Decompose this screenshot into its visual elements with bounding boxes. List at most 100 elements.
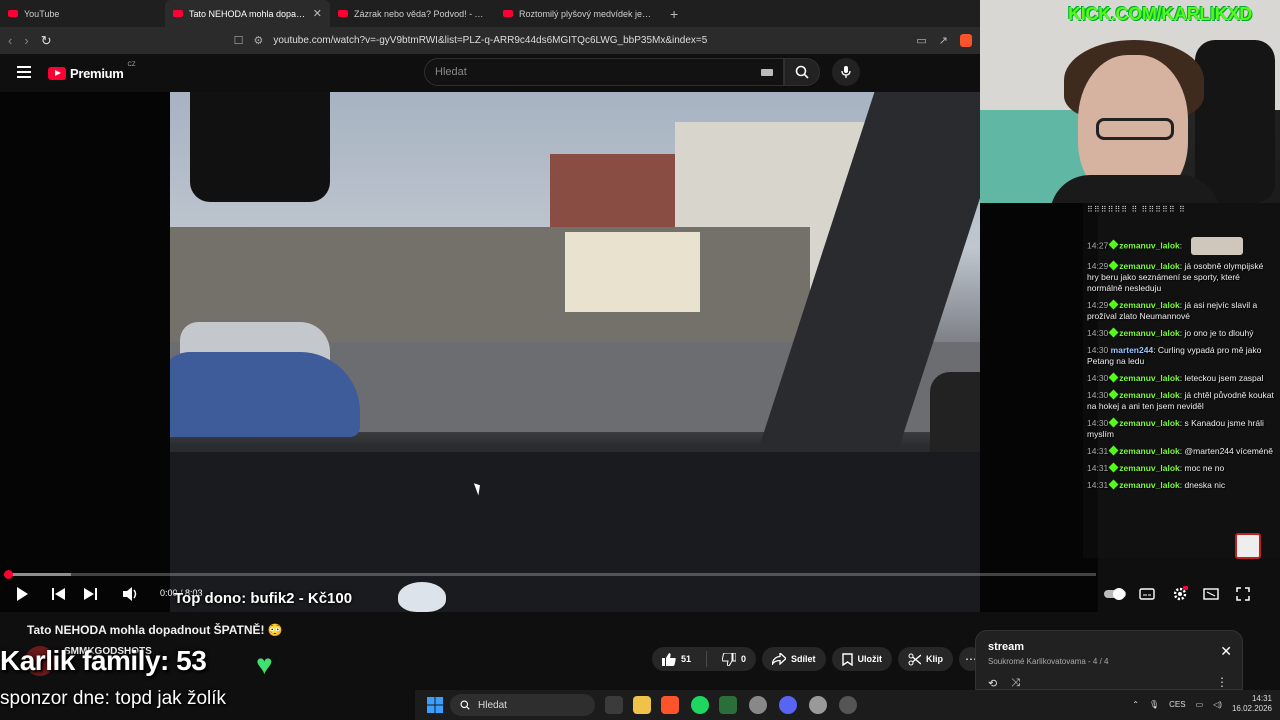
chat-username[interactable]: marten244	[1111, 345, 1154, 355]
chat-badge-icon	[1108, 479, 1119, 490]
brave-shield-icon[interactable]	[960, 34, 972, 47]
app-icon[interactable]	[839, 696, 857, 714]
share-button[interactable]: Sdílet	[762, 647, 826, 671]
scrubber-handle[interactable]	[4, 570, 13, 579]
previous-button[interactable]	[48, 584, 68, 604]
chat-username[interactable]: zemanuv_lalok	[1119, 261, 1179, 271]
video-player[interactable]	[0, 92, 1098, 612]
speaker-icon[interactable]: ◁)	[1213, 700, 1222, 709]
url-text: youtube.com/watch?v=-gyV9btmRWI&list=PLZ…	[273, 35, 708, 46]
share-label: Sdílet	[791, 654, 816, 664]
chat-username[interactable]: zemanuv_lalok	[1119, 463, 1179, 473]
chat-username[interactable]: zemanuv_lalok	[1119, 480, 1179, 490]
language-indicator[interactable]: CES	[1169, 700, 1185, 709]
spotify-icon[interactable]	[691, 696, 709, 714]
url-field[interactable]: ☐ ⚙ youtube.com/watch?v=-gyV9btmRWI&list…	[234, 34, 905, 47]
search-icon	[460, 700, 470, 710]
discord-icon[interactable]	[779, 696, 797, 714]
chat-message: 14:31 zemanuv_lalok: @marten244 víceméně	[1087, 445, 1274, 457]
chat-username[interactable]: zemanuv_lalok	[1119, 373, 1179, 383]
autoplay-toggle[interactable]	[1104, 584, 1126, 604]
playlist-controls: ⟲ ⤨	[988, 677, 1020, 690]
app-icon[interactable]	[749, 696, 767, 714]
chat-message: 14:30 zemanuv_lalok: já chtěl původně kou…	[1087, 389, 1274, 412]
close-icon[interactable]: ✕	[1220, 643, 1232, 660]
subtitles-icon	[1139, 588, 1155, 600]
task-view-icon[interactable]	[605, 696, 623, 714]
taskbar-search[interactable]: Hledat	[450, 694, 595, 716]
microphone-icon[interactable]: 🎙	[1149, 700, 1159, 709]
like-button[interactable]: 51	[652, 647, 701, 671]
next-button[interactable]	[80, 584, 100, 604]
app-icon[interactable]	[809, 696, 827, 714]
chat-text: moc ne no	[1184, 463, 1225, 473]
brave-browser-icon[interactable]	[661, 696, 679, 714]
chat-message: 14:30 marten244: Curling vypadá pro mě j…	[1087, 345, 1274, 367]
subtitles-button[interactable]	[1138, 584, 1156, 604]
fullscreen-icon	[1236, 587, 1250, 601]
seek-bar[interactable]	[6, 573, 1096, 576]
browser-tab[interactable]: Roztomilý plyšový medvídek je zároveň	[495, 0, 660, 27]
bookmark-icon[interactable]: ☐	[234, 34, 244, 47]
chat-timestamp: 14:30	[1087, 373, 1109, 383]
chat-username[interactable]: zemanuv_lalok	[1119, 240, 1179, 250]
search-input[interactable]: Hledat	[424, 58, 784, 86]
clip-button[interactable]: Klip	[898, 647, 954, 671]
site-info-icon[interactable]: ⚙	[253, 34, 263, 47]
heart-icon: ♥	[256, 649, 273, 680]
dislike-count: 0	[741, 654, 747, 664]
chat-badge-icon	[1108, 462, 1119, 473]
back-icon[interactable]: ‹	[8, 33, 12, 48]
video-frame[interactable]	[170, 92, 980, 612]
menu-icon[interactable]	[17, 66, 31, 78]
chat-timestamp: 14:31	[1087, 446, 1109, 456]
miniplayer-button[interactable]	[1202, 584, 1220, 604]
clock[interactable]: 14:31 16.02.2026	[1232, 694, 1272, 714]
windows-start-icon[interactable]	[426, 696, 444, 714]
chat-username[interactable]: zemanuv_lalok	[1119, 418, 1179, 428]
cast-icon[interactable]: ▭	[916, 34, 926, 47]
browser-tab[interactable]: Zázrak nebo věda? Podvod! - YouTube	[330, 0, 495, 27]
keyboard-icon[interactable]	[761, 69, 773, 76]
youtube-logo[interactable]: Premium CZ	[48, 62, 136, 81]
chat-username[interactable]: zemanuv_lalok	[1119, 300, 1179, 310]
play-button[interactable]	[12, 584, 32, 604]
settings-button[interactable]	[1170, 584, 1190, 604]
reload-icon[interactable]: ↻	[41, 33, 52, 49]
chat-username[interactable]: zemanuv_lalok	[1119, 390, 1179, 400]
share-icon[interactable]: ↗	[939, 34, 948, 47]
network-icon[interactable]: ▭	[1196, 700, 1204, 709]
search-icon	[795, 65, 809, 79]
browser-tab-active[interactable]: Tato NEHODA mohla dopadnout ŠPATNĚ! ✕	[165, 0, 330, 27]
country-code: CZ	[127, 62, 136, 68]
clock-time: 14:31	[1251, 694, 1272, 703]
search-button[interactable]	[784, 58, 820, 86]
youtube-favicon	[173, 10, 183, 17]
new-tab-button[interactable]: +	[660, 6, 688, 22]
thumbs-up-icon	[662, 652, 676, 666]
file-explorer-icon[interactable]	[633, 696, 651, 714]
search-placeholder: Hledat	[435, 66, 467, 78]
save-button[interactable]: Uložit	[831, 647, 893, 671]
chat-timestamp: 14:31	[1087, 480, 1109, 490]
taskbar-search-label: Hledat	[478, 699, 507, 711]
webcam-content	[1050, 175, 1220, 203]
fullscreen-button[interactable]	[1234, 584, 1252, 604]
chat-username[interactable]: zemanuv_lalok	[1119, 446, 1179, 456]
dislike-button[interactable]: 0	[712, 647, 756, 671]
browser-tab[interactable]: YouTube	[0, 0, 165, 27]
volume-button[interactable]	[120, 584, 142, 604]
app-icon[interactable]	[719, 696, 737, 714]
chevron-up-icon[interactable]: ⌃	[1132, 700, 1139, 709]
chat-message: 14:29 zemanuv_lalok: já osobně olympijské…	[1087, 260, 1274, 294]
chat-username[interactable]: zemanuv_lalok	[1119, 328, 1179, 338]
playlist-more-icon[interactable]: ⋮	[1216, 675, 1228, 689]
chat-badge-icon	[1108, 445, 1119, 456]
playlist-title[interactable]: stream	[988, 641, 1230, 653]
forward-icon[interactable]: ›	[24, 33, 28, 48]
close-tab-icon[interactable]: ✕	[313, 7, 322, 20]
voice-search-button[interactable]	[832, 58, 860, 86]
loop-icon[interactable]: ⟲	[988, 677, 997, 690]
tab-title: Tato NEHODA mohla dopadnout ŠPATNĚ!	[189, 8, 307, 19]
shuffle-icon[interactable]: ⤨	[1011, 677, 1020, 690]
